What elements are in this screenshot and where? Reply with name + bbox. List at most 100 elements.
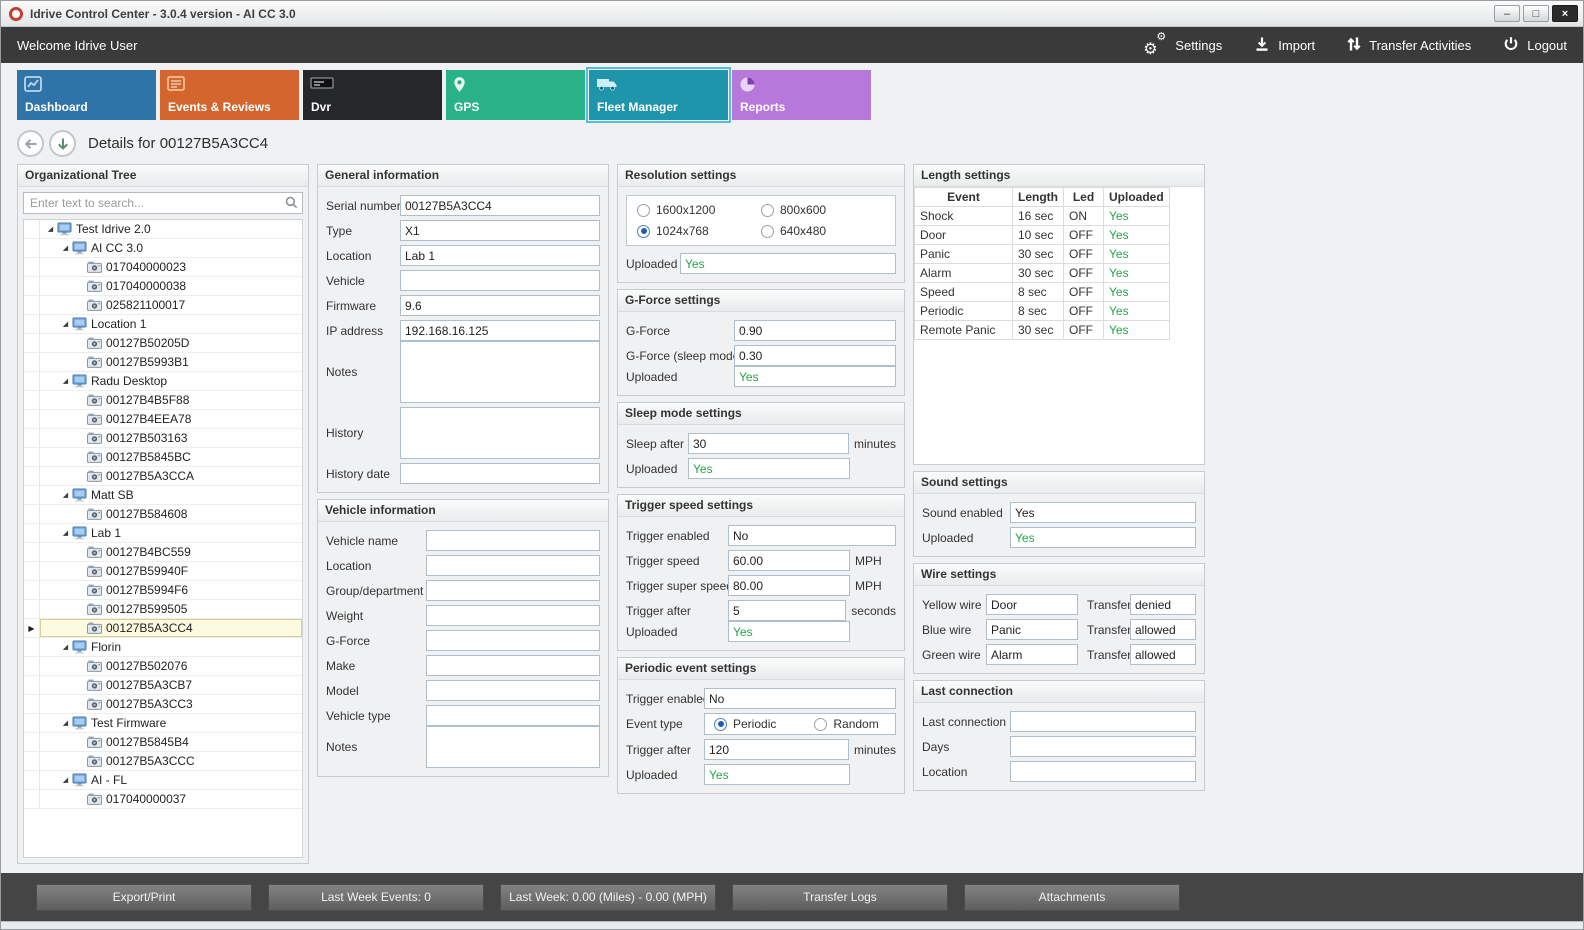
transfer-logs-button[interactable]: Transfer Logs <box>732 884 948 911</box>
tree-node-device[interactable]: 00127B50205D <box>24 334 302 353</box>
vehicle-info-input[interactable] <box>426 680 600 701</box>
vehicle-info-input[interactable] <box>426 530 600 551</box>
periodic-trigger-after-input[interactable] <box>704 739 849 760</box>
resolution-option[interactable]: 1600x1200 <box>637 203 761 217</box>
vehicle-info-input[interactable] <box>426 605 600 626</box>
tree-node-device[interactable]: 00127B5845BC <box>24 448 302 467</box>
tree-node-device[interactable]: 00127B5994F6 <box>24 581 302 600</box>
tree-node-device[interactable]: 00127B584608 <box>24 505 302 524</box>
gforce-uploaded-input[interactable] <box>734 366 896 387</box>
tab-events-reviews[interactable]: Events & Reviews <box>160 70 299 120</box>
tree-node-device[interactable]: 00127B503163 <box>24 429 302 448</box>
tree-node-group[interactable]: ◢Test Firmware <box>24 714 302 733</box>
tree-node-device[interactable]: 00127B599505 <box>24 600 302 619</box>
attachments-button[interactable]: Attachments <box>964 884 1180 911</box>
tab-reports[interactable]: Reports <box>732 70 871 120</box>
logout-button[interactable]: Logout <box>1503 36 1567 55</box>
back-button[interactable] <box>17 130 44 157</box>
notes-textarea[interactable] <box>400 341 600 403</box>
tree-node-device[interactable]: 00127B502076 <box>24 657 302 676</box>
vehicle-info-input[interactable] <box>426 555 600 576</box>
last-connection-input[interactable] <box>1010 711 1196 732</box>
general-info-input[interactable] <box>400 295 600 316</box>
tree-node-device[interactable]: 017040000023 <box>24 258 302 277</box>
trigger-speed-uploaded-input[interactable] <box>728 621 850 642</box>
general-info-input[interactable] <box>400 220 600 241</box>
expand-arrow-icon[interactable]: ◢ <box>59 378 72 385</box>
expand-arrow-icon[interactable]: ◢ <box>59 644 72 651</box>
tree-node-device[interactable]: 00127B5845B4 <box>24 733 302 752</box>
wire-event-input[interactable] <box>986 619 1078 640</box>
tree-node-device[interactable]: 00127B4B5F88 <box>24 391 302 410</box>
wire-transfer-input[interactable] <box>1130 644 1196 665</box>
vehicle-info-input[interactable] <box>426 705 600 726</box>
transfer-activities-button[interactable]: Transfer Activities <box>1347 36 1471 55</box>
general-info-input[interactable] <box>400 245 600 266</box>
close-button[interactable]: × <box>1552 5 1578 22</box>
periodic-uploaded-input[interactable] <box>704 764 850 785</box>
expand-arrow-icon[interactable]: ◢ <box>59 321 72 328</box>
expand-arrow-icon[interactable]: ◢ <box>59 777 72 784</box>
wire-event-input[interactable] <box>986 644 1078 665</box>
sleep-uploaded-input[interactable] <box>688 458 850 479</box>
last-connection-input[interactable] <box>1010 761 1196 782</box>
tree-node-device[interactable]: 00127B5993B1 <box>24 353 302 372</box>
tree-node-group[interactable]: ◢Florin <box>24 638 302 657</box>
vehicle-notes-textarea[interactable] <box>426 726 600 768</box>
trigger-speed-input[interactable] <box>728 550 850 571</box>
last-week-miles-button[interactable]: Last Week: 0.00 (Miles) - 0.00 (MPH) <box>500 884 716 911</box>
search-input[interactable] <box>23 192 303 214</box>
last-week-events-button[interactable]: Last Week Events: 0 <box>268 884 484 911</box>
tree-node-device[interactable]: 00127B5A3CC3 <box>24 695 302 714</box>
scroll-down-button[interactable] <box>49 130 76 157</box>
tab-dvr[interactable]: Dvr <box>303 70 442 120</box>
tree-node-group[interactable]: ◢Radu Desktop <box>24 372 302 391</box>
tree-node-group[interactable]: ◢AI - FL <box>24 771 302 790</box>
tree-node-group[interactable]: ◢AI CC 3.0 <box>24 239 302 258</box>
sound-enabled-input[interactable] <box>1010 502 1196 523</box>
settings-button[interactable]: ⚙⚙ Settings <box>1143 35 1222 55</box>
vehicle-info-input[interactable] <box>426 630 600 651</box>
sound-uploaded-input[interactable] <box>1010 527 1196 548</box>
expand-arrow-icon[interactable]: ◢ <box>44 226 57 233</box>
tree-node-device[interactable]: 00127B4EEA78 <box>24 410 302 429</box>
tree-node-device[interactable]: 00127B5A3CB7 <box>24 676 302 695</box>
maximize-button[interactable]: □ <box>1523 5 1549 22</box>
resolution-option[interactable]: 640x480 <box>761 224 885 238</box>
trigger-speed-input[interactable] <box>728 525 896 546</box>
expand-arrow-icon[interactable]: ◢ <box>59 245 72 252</box>
tree-node-device[interactable]: 017040000038 <box>24 277 302 296</box>
tree-node-device[interactable]: 00127B5A3CCA <box>24 467 302 486</box>
trigger-speed-input[interactable] <box>728 575 850 596</box>
import-button[interactable]: Import <box>1254 36 1315 55</box>
tree-node-group[interactable]: ◢Test Idrive 2.0 <box>24 220 302 239</box>
gforce-input[interactable] <box>734 320 896 341</box>
event-type-option[interactable]: Random <box>814 717 878 731</box>
tree-node-device[interactable]: 017040000037 <box>24 790 302 809</box>
periodic-trigger-enabled-input[interactable] <box>704 688 896 709</box>
trigger-speed-input[interactable] <box>728 600 846 621</box>
expand-arrow-icon[interactable]: ◢ <box>59 492 72 499</box>
tree-node-group[interactable]: ◢Location 1 <box>24 315 302 334</box>
tree-node-device[interactable]: ▶00127B5A3CC4 <box>24 619 302 638</box>
last-connection-input[interactable] <box>1010 736 1196 757</box>
general-info-input[interactable] <box>400 270 600 291</box>
wire-event-input[interactable] <box>986 594 1078 615</box>
history-date-input[interactable] <box>400 463 600 484</box>
tab-gps[interactable]: GPS <box>446 70 585 120</box>
resolution-option[interactable]: 1024x768 <box>637 224 761 238</box>
expand-arrow-icon[interactable]: ◢ <box>59 720 72 727</box>
sleep-after-input[interactable] <box>688 433 849 454</box>
tree-node-group[interactable]: ◢Matt SB <box>24 486 302 505</box>
vehicle-info-input[interactable] <box>426 655 600 676</box>
tab-dashboard[interactable]: Dashboard <box>17 70 156 120</box>
minimize-button[interactable]: – <box>1494 5 1520 22</box>
resolution-uploaded-input[interactable] <box>680 253 896 274</box>
general-info-input[interactable] <box>400 320 600 341</box>
tree-node-device[interactable]: 00127B59940F <box>24 562 302 581</box>
tree-node-device[interactable]: 025821100017 <box>24 296 302 315</box>
wire-transfer-input[interactable] <box>1130 619 1196 640</box>
wire-transfer-input[interactable] <box>1130 594 1196 615</box>
expand-arrow-icon[interactable]: ◢ <box>59 530 72 537</box>
tree-node-group[interactable]: ◢Lab 1 <box>24 524 302 543</box>
